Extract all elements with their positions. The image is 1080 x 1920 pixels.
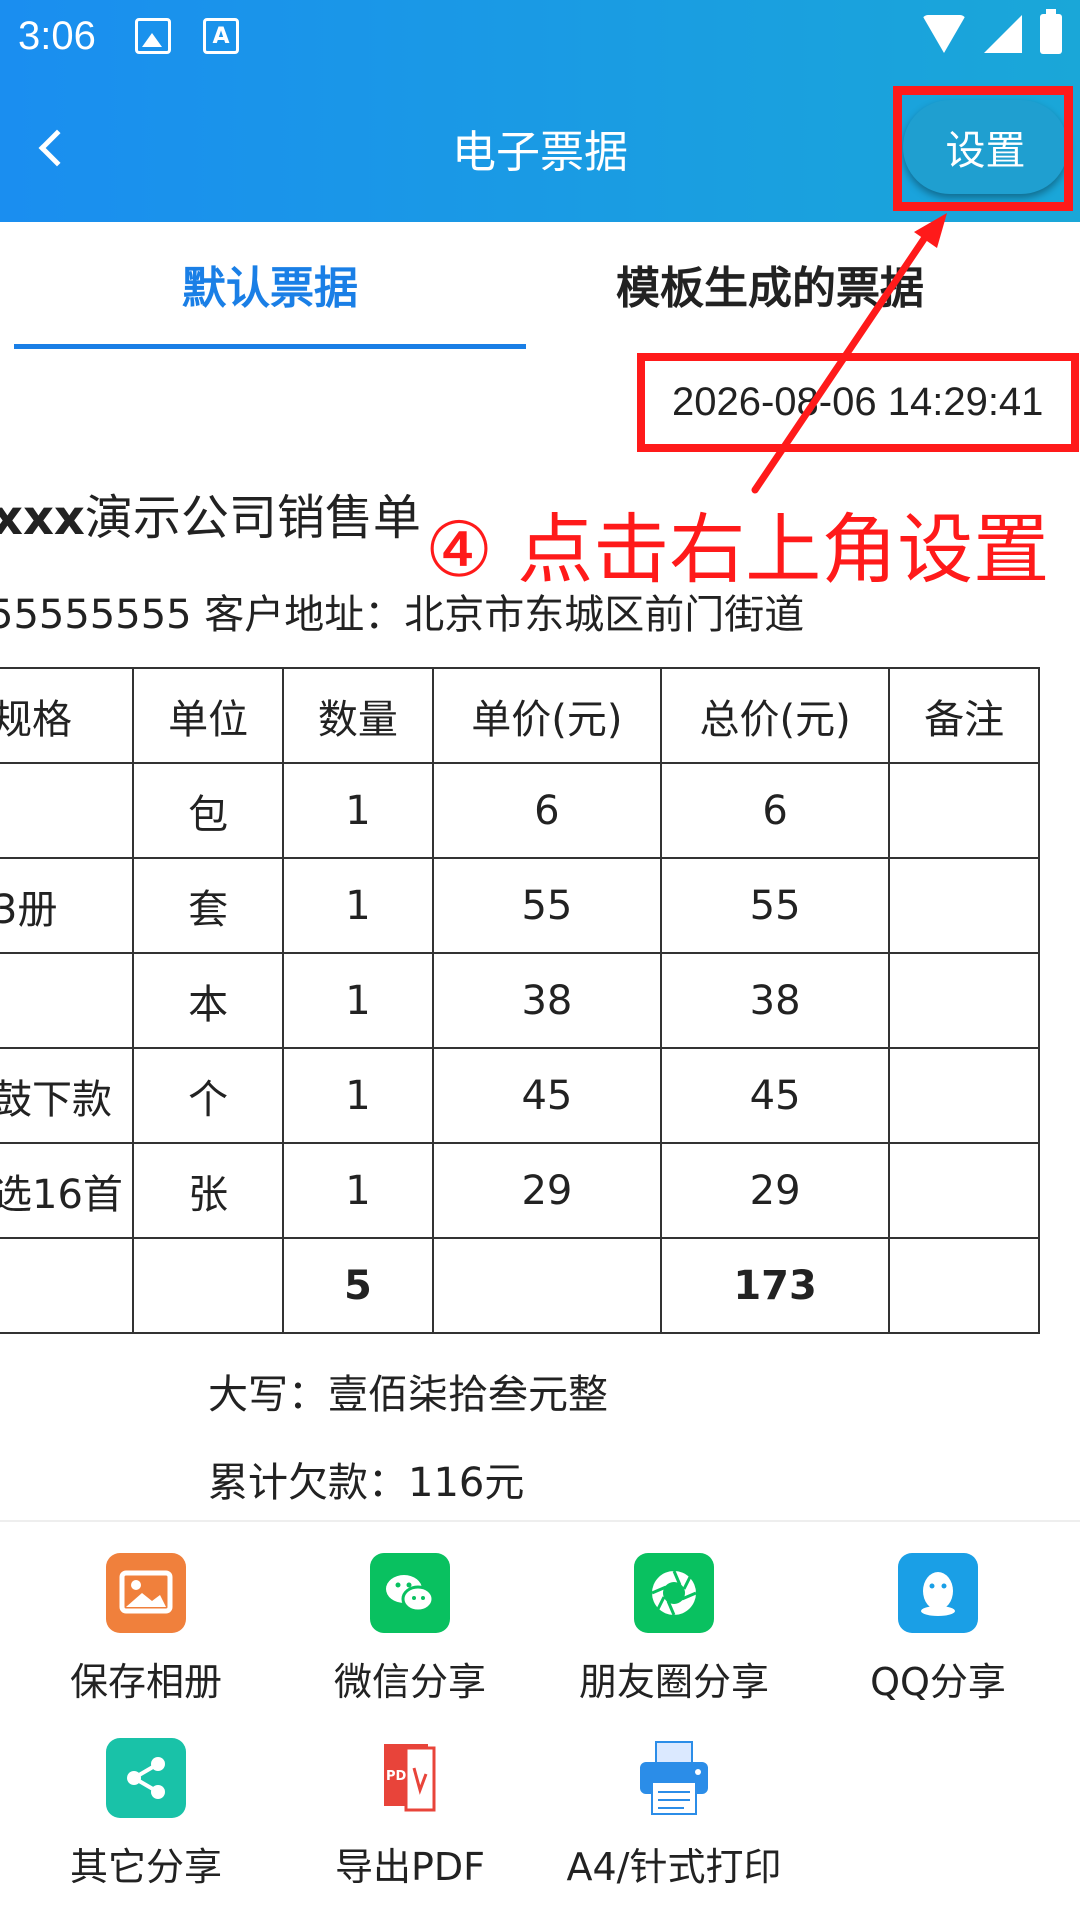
status-time: 3:06 bbox=[18, 14, 96, 58]
table-header-row: 规格 单位 数量 单价(元) 总价(元) 备注 bbox=[0, 667, 1040, 764]
divider bbox=[0, 1520, 1080, 1522]
svg-text:PDF: PDF bbox=[386, 1769, 415, 1784]
receipt-title: xxx演示公司销售单 bbox=[0, 478, 421, 548]
print-label: A4/针式打印 bbox=[566, 1845, 782, 1889]
cell-qty: 1 bbox=[282, 1142, 434, 1239]
cell-price: 55 bbox=[431, 857, 663, 954]
receipt-table: 规格 单位 数量 单价(元) 总价(元) 备注 包 1 6 6 3册 套 1 5… bbox=[0, 667, 1040, 1334]
cell-note bbox=[888, 762, 1040, 859]
cell-unit: 个 bbox=[132, 1047, 285, 1144]
cell-price: 29 bbox=[431, 1142, 663, 1239]
qq-share-button[interactable]: QQ分享 bbox=[813, 1553, 1063, 1706]
col-header-qty: 数量 bbox=[282, 667, 434, 764]
company-prefix: xxx bbox=[0, 490, 85, 546]
gallery-notification-icon bbox=[135, 18, 171, 54]
cell-spec bbox=[0, 762, 135, 859]
wechat-icon bbox=[370, 1553, 450, 1633]
other-share-label: 其它分享 bbox=[69, 1845, 222, 1889]
company-name: 演示公司销售单 bbox=[84, 490, 421, 546]
cell-spec bbox=[0, 952, 135, 1049]
col-header-price: 单价(元) bbox=[431, 667, 663, 764]
cell-unit: 套 bbox=[132, 857, 285, 954]
tab-default-receipt[interactable]: 默认票据 bbox=[0, 252, 540, 316]
battery-icon bbox=[1040, 9, 1062, 54]
moments-share-button[interactable]: 朋友圈分享 bbox=[549, 1553, 799, 1706]
app-notification-icon: A bbox=[203, 18, 239, 54]
cell-note bbox=[888, 857, 1040, 954]
table-row: 3册 套 1 55 55 bbox=[0, 857, 1040, 954]
table-row: 本 1 38 38 bbox=[0, 952, 1040, 1049]
cell-qty: 1 bbox=[282, 762, 434, 859]
save-album-label: 保存相册 bbox=[69, 1660, 222, 1704]
cell-spec: 选16首 bbox=[0, 1142, 135, 1239]
status-notifications: A bbox=[135, 18, 239, 54]
moments-share-label: 朋友圈分享 bbox=[578, 1660, 769, 1704]
printer-icon bbox=[634, 1738, 714, 1818]
grand-total: 173 bbox=[659, 1237, 891, 1334]
tab-template-receipt[interactable]: 模板生成的票据 bbox=[540, 252, 1080, 316]
cell-total: 6 bbox=[659, 762, 891, 859]
table-total-row: 5 173 bbox=[0, 1237, 1040, 1334]
cell-note bbox=[888, 1047, 1040, 1144]
cell-price: 38 bbox=[431, 952, 663, 1049]
cell-spec bbox=[0, 1237, 135, 1334]
album-icon bbox=[106, 1553, 186, 1633]
cell-qty: 1 bbox=[282, 1047, 434, 1144]
qq-icon bbox=[898, 1553, 978, 1633]
cell-unit bbox=[132, 1237, 285, 1334]
date-highlight-box bbox=[637, 353, 1079, 452]
wechat-share-button[interactable]: 微信分享 bbox=[285, 1553, 535, 1706]
settings-highlight-box bbox=[893, 86, 1073, 211]
cell-total: 55 bbox=[659, 857, 891, 954]
print-button[interactable]: A4/针式打印 bbox=[549, 1738, 799, 1891]
save-album-button[interactable]: 保存相册 bbox=[21, 1553, 271, 1706]
export-pdf-button[interactable]: PDF 导出PDF bbox=[285, 1738, 535, 1891]
cell-qty: 1 bbox=[282, 857, 434, 954]
cell-price: 45 bbox=[431, 1047, 663, 1144]
amount-in-words: 大写：壹佰柒拾叁元整 bbox=[208, 1372, 608, 1418]
cell-spec: 鼓下款 bbox=[0, 1047, 135, 1144]
wifi-icon bbox=[922, 15, 966, 53]
cell-unit: 本 bbox=[132, 952, 285, 1049]
export-pdf-label: 导出PDF bbox=[334, 1845, 486, 1889]
cell-note bbox=[888, 1237, 1040, 1334]
cell-unit: 张 bbox=[132, 1142, 285, 1239]
tab-bar: 默认票据 模板生成的票据 bbox=[0, 222, 1080, 357]
cell-total: 38 bbox=[659, 952, 891, 1049]
other-share-button[interactable]: 其它分享 bbox=[21, 1738, 271, 1891]
status-system-icons bbox=[922, 9, 1062, 54]
cell-note bbox=[888, 1142, 1040, 1239]
tab-indicator bbox=[14, 344, 526, 349]
total-qty: 5 bbox=[282, 1237, 434, 1334]
cell-price: 6 bbox=[431, 762, 663, 859]
table-row: 鼓下款 个 1 45 45 bbox=[0, 1047, 1040, 1144]
wechat-share-label: 微信分享 bbox=[333, 1660, 486, 1704]
cell-price bbox=[431, 1237, 663, 1334]
share-icon bbox=[106, 1738, 186, 1818]
table-row: 选16首 张 1 29 29 bbox=[0, 1142, 1040, 1239]
col-header-spec: 规格 bbox=[0, 667, 135, 764]
col-header-total: 总价(元) bbox=[659, 667, 891, 764]
cell-unit: 包 bbox=[132, 762, 285, 859]
cell-note bbox=[888, 952, 1040, 1049]
col-header-note: 备注 bbox=[888, 667, 1040, 764]
cell-total: 29 bbox=[659, 1142, 891, 1239]
accumulated-debt: 累计欠款：116元 bbox=[208, 1460, 525, 1506]
cell-spec: 3册 bbox=[0, 857, 135, 954]
cell-total: 45 bbox=[659, 1047, 891, 1144]
signal-icon bbox=[984, 15, 1022, 53]
qq-share-label: QQ分享 bbox=[870, 1660, 1006, 1704]
col-header-unit: 单位 bbox=[132, 667, 285, 764]
cell-qty: 1 bbox=[282, 952, 434, 1049]
pdf-icon: PDF bbox=[370, 1738, 450, 1818]
moments-icon bbox=[634, 1553, 714, 1633]
annotation-text: ④ 点击右上角设置 bbox=[425, 505, 1050, 594]
table-row: 包 1 6 6 bbox=[0, 762, 1040, 859]
